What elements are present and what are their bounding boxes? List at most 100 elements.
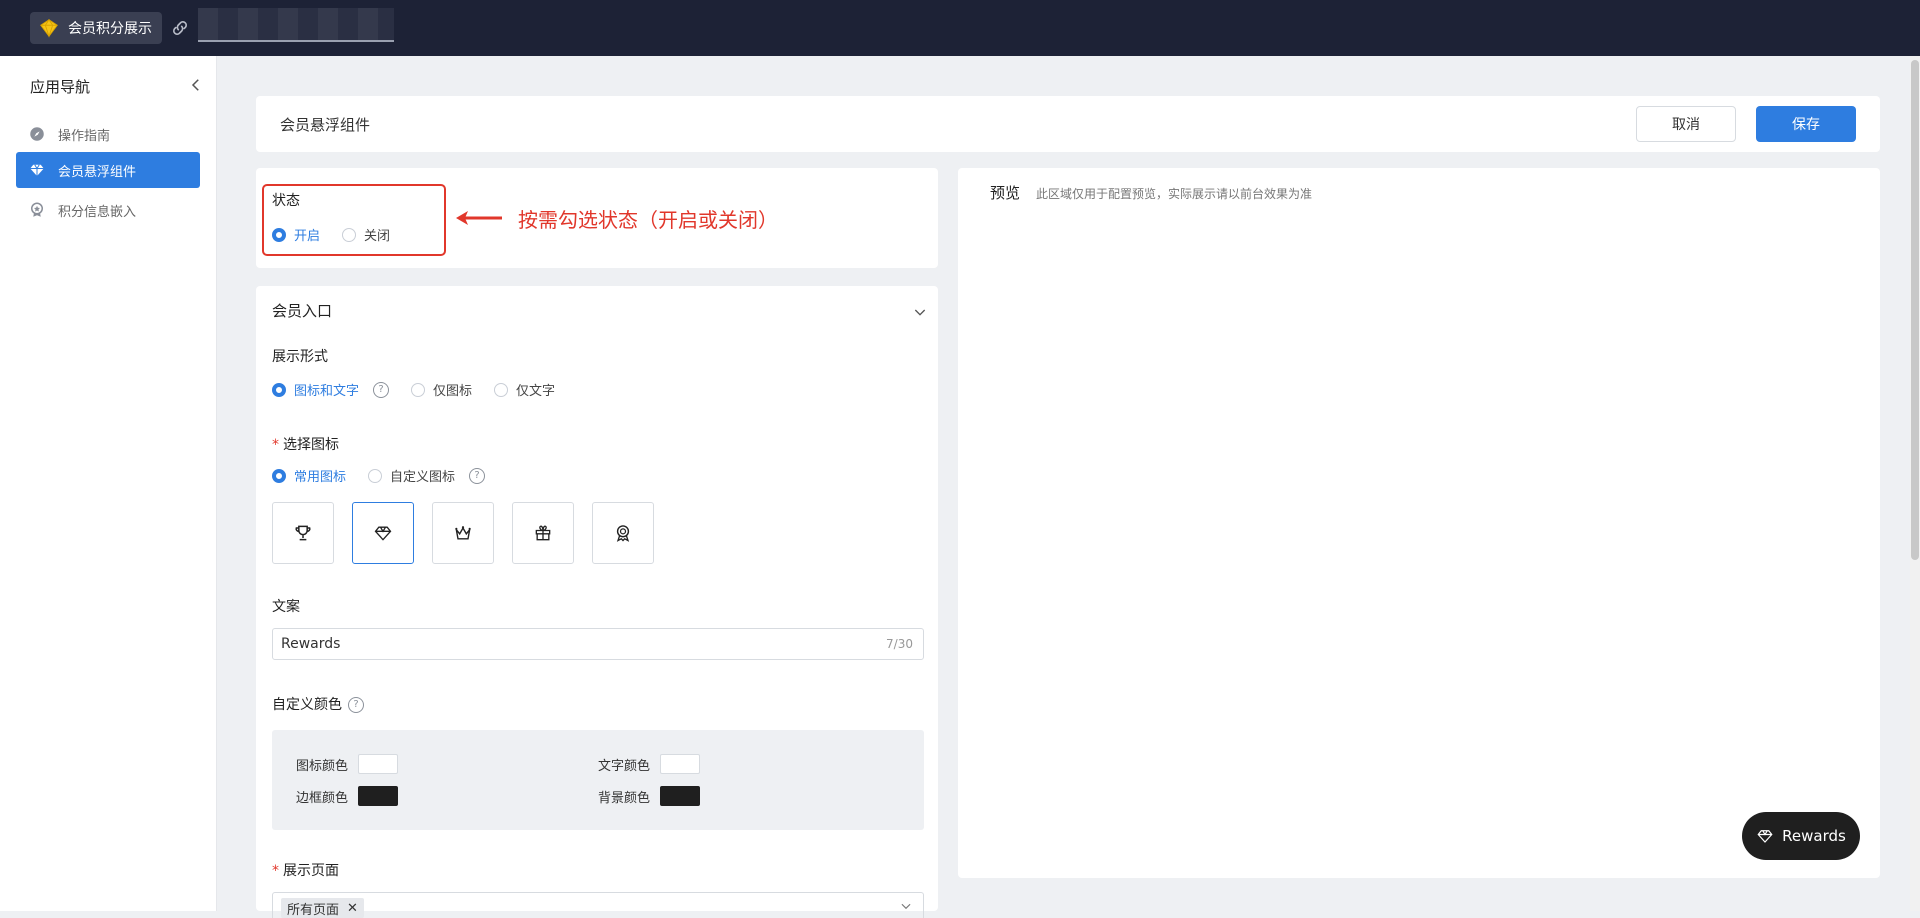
icon-choice-label-text: 选择图标: [283, 437, 339, 453]
radio-label: 常用图标: [294, 470, 347, 485]
chevron-down-icon[interactable]: [912, 304, 928, 320]
icon-color-label: 图标颜色: [296, 758, 349, 774]
radio-label: 自定义图标: [390, 470, 456, 485]
gift-icon: [535, 525, 551, 541]
sidebar-item-points-embed[interactable]: 积分信息嵌入: [16, 192, 200, 228]
annotation-arrow-icon: [456, 211, 502, 225]
display-form-radio-icon-text[interactable]: 图标和文字 ?: [272, 380, 390, 399]
display-form-radio-text-only[interactable]: 仅文字: [494, 380, 555, 399]
diamond-icon: [30, 164, 44, 176]
radio-label: 关闭: [364, 229, 391, 244]
icon-option-medal[interactable]: [592, 502, 654, 564]
app-name: 会员积分展示: [68, 21, 152, 37]
badge-icon: [31, 202, 43, 217]
link-icon[interactable]: [170, 18, 190, 38]
radio-label: 图标和文字: [294, 384, 360, 399]
help-icon[interactable]: ?: [373, 381, 390, 398]
custom-color-label: 自定义颜色?: [272, 694, 364, 714]
icon-color-swatch[interactable]: [358, 754, 399, 774]
icon-option-gift[interactable]: [512, 502, 574, 564]
radio-label: 开启: [294, 229, 321, 244]
help-icon[interactable]: ?: [469, 467, 486, 484]
diamond-icon: [1757, 830, 1773, 843]
icon-color-row: 图标颜色: [296, 754, 399, 774]
display-form-radio-group: 图标和文字 ? 仅图标 仅文字: [272, 380, 577, 399]
gem-icon: [40, 18, 58, 38]
custom-color-label-text: 自定义颜色: [272, 697, 342, 713]
icon-choice-radio-common[interactable]: 常用图标: [272, 466, 346, 485]
page-header: 会员悬浮组件 取消 保存: [256, 96, 1880, 152]
border-color-row: 边框颜色: [296, 786, 399, 806]
compass-icon: [30, 127, 44, 141]
radio-dot: [494, 382, 509, 397]
blurred-store-name: [198, 8, 394, 42]
annotation-text: 按需勾选状态（开启或关闭）: [518, 208, 778, 232]
text-color-swatch[interactable]: [660, 754, 701, 774]
app-badge[interactable]: 会员积分展示: [30, 12, 162, 44]
display-page-label-text: 展示页面: [283, 863, 339, 879]
top-bar: 会员积分展示: [0, 0, 1920, 56]
radio-dot: [272, 227, 286, 242]
help-icon[interactable]: ?: [348, 697, 364, 713]
status-radio-group: 开启 关闭: [272, 225, 412, 244]
radio-label: 仅图标: [433, 384, 473, 399]
icon-option-crown[interactable]: [432, 502, 494, 564]
page-tag: 所有页面 ✕: [281, 898, 364, 918]
sidebar-item-guide[interactable]: 操作指南: [16, 116, 200, 152]
preview-card: 预览 此区域仅用于配置预览，实际展示请以前台效果为准 Rewards: [958, 168, 1880, 878]
icon-choice-radio-custom[interactable]: 自定义图标 ?: [368, 466, 486, 485]
copy-input[interactable]: Rewards 7/30: [272, 628, 924, 660]
bg-color-row: 背景颜色: [598, 786, 701, 806]
radio-dot: [411, 382, 426, 397]
icon-choice-radio-group: 常用图标 自定义图标 ?: [272, 466, 507, 485]
store-underline: [198, 40, 394, 42]
bg-color-label: 背景颜色: [598, 790, 651, 806]
page-title: 会员悬浮组件: [280, 116, 371, 134]
close-icon[interactable]: ✕: [347, 901, 358, 916]
cancel-button[interactable]: 取消: [1636, 106, 1736, 142]
status-radio-on[interactable]: 开启: [272, 225, 320, 244]
sidebar-item-label: 会员悬浮组件: [58, 164, 137, 180]
diamond-icon: [374, 526, 392, 541]
required-mark: *: [272, 863, 279, 879]
border-color-label: 边框颜色: [296, 790, 349, 806]
display-form-radio-icon-only[interactable]: 仅图标: [411, 380, 472, 399]
icon-option-trophy[interactable]: [272, 502, 334, 564]
color-panel: 图标颜色 文字颜色 边框颜色 背景颜色: [272, 730, 924, 830]
preview-note: 此区域仅用于配置预览，实际展示请以前台效果为准: [1036, 187, 1313, 201]
required-mark: *: [272, 437, 279, 453]
radio-dot: [272, 382, 286, 397]
sidebar: 应用导航 操作指南 会员悬浮组件 积分信息嵌入: [0, 56, 217, 911]
display-form-label: 展示形式: [272, 349, 328, 365]
section-title: 会员入口: [272, 302, 333, 320]
page-tag-label: 所有页面: [287, 902, 340, 918]
char-counter: 7/30: [886, 637, 913, 651]
medal-icon: [616, 525, 630, 542]
rewards-floating-button[interactable]: Rewards: [1742, 812, 1860, 860]
preview-label: 预览: [990, 184, 1021, 202]
radio-dot: [342, 227, 357, 242]
text-color-label: 文字颜色: [598, 758, 651, 774]
sidebar-item-floating-widget[interactable]: 会员悬浮组件: [16, 152, 200, 188]
radio-dot: [272, 468, 286, 483]
member-entry-card: 会员入口 展示形式 图标和文字 ? 仅图标 仅文字 * 选择图标 常用图标 自定义…: [256, 286, 938, 918]
chevron-left-icon[interactable]: [187, 76, 205, 94]
sidebar-title: 应用导航: [30, 78, 91, 96]
icon-choice-label: * 选择图标: [272, 434, 339, 454]
scrollbar-thumb[interactable]: [1911, 60, 1919, 560]
status-radio-off[interactable]: 关闭: [342, 225, 390, 244]
copy-label: 文案: [272, 599, 300, 615]
display-page-select[interactable]: 所有页面 ✕: [272, 892, 924, 918]
crown-icon: [455, 526, 471, 540]
text-color-row: 文字颜色: [598, 754, 701, 774]
icon-option-diamond[interactable]: [352, 502, 414, 564]
save-button[interactable]: 保存: [1756, 106, 1856, 142]
copy-input-value[interactable]: Rewards: [281, 636, 340, 652]
bg-color-swatch[interactable]: [660, 786, 701, 806]
sidebar-item-label: 积分信息嵌入: [58, 204, 137, 220]
status-label: 状态: [272, 193, 300, 209]
radio-dot: [368, 468, 383, 483]
border-color-swatch[interactable]: [358, 786, 399, 806]
display-page-label: * 展示页面: [272, 860, 339, 880]
sidebar-item-label: 操作指南: [58, 128, 111, 144]
